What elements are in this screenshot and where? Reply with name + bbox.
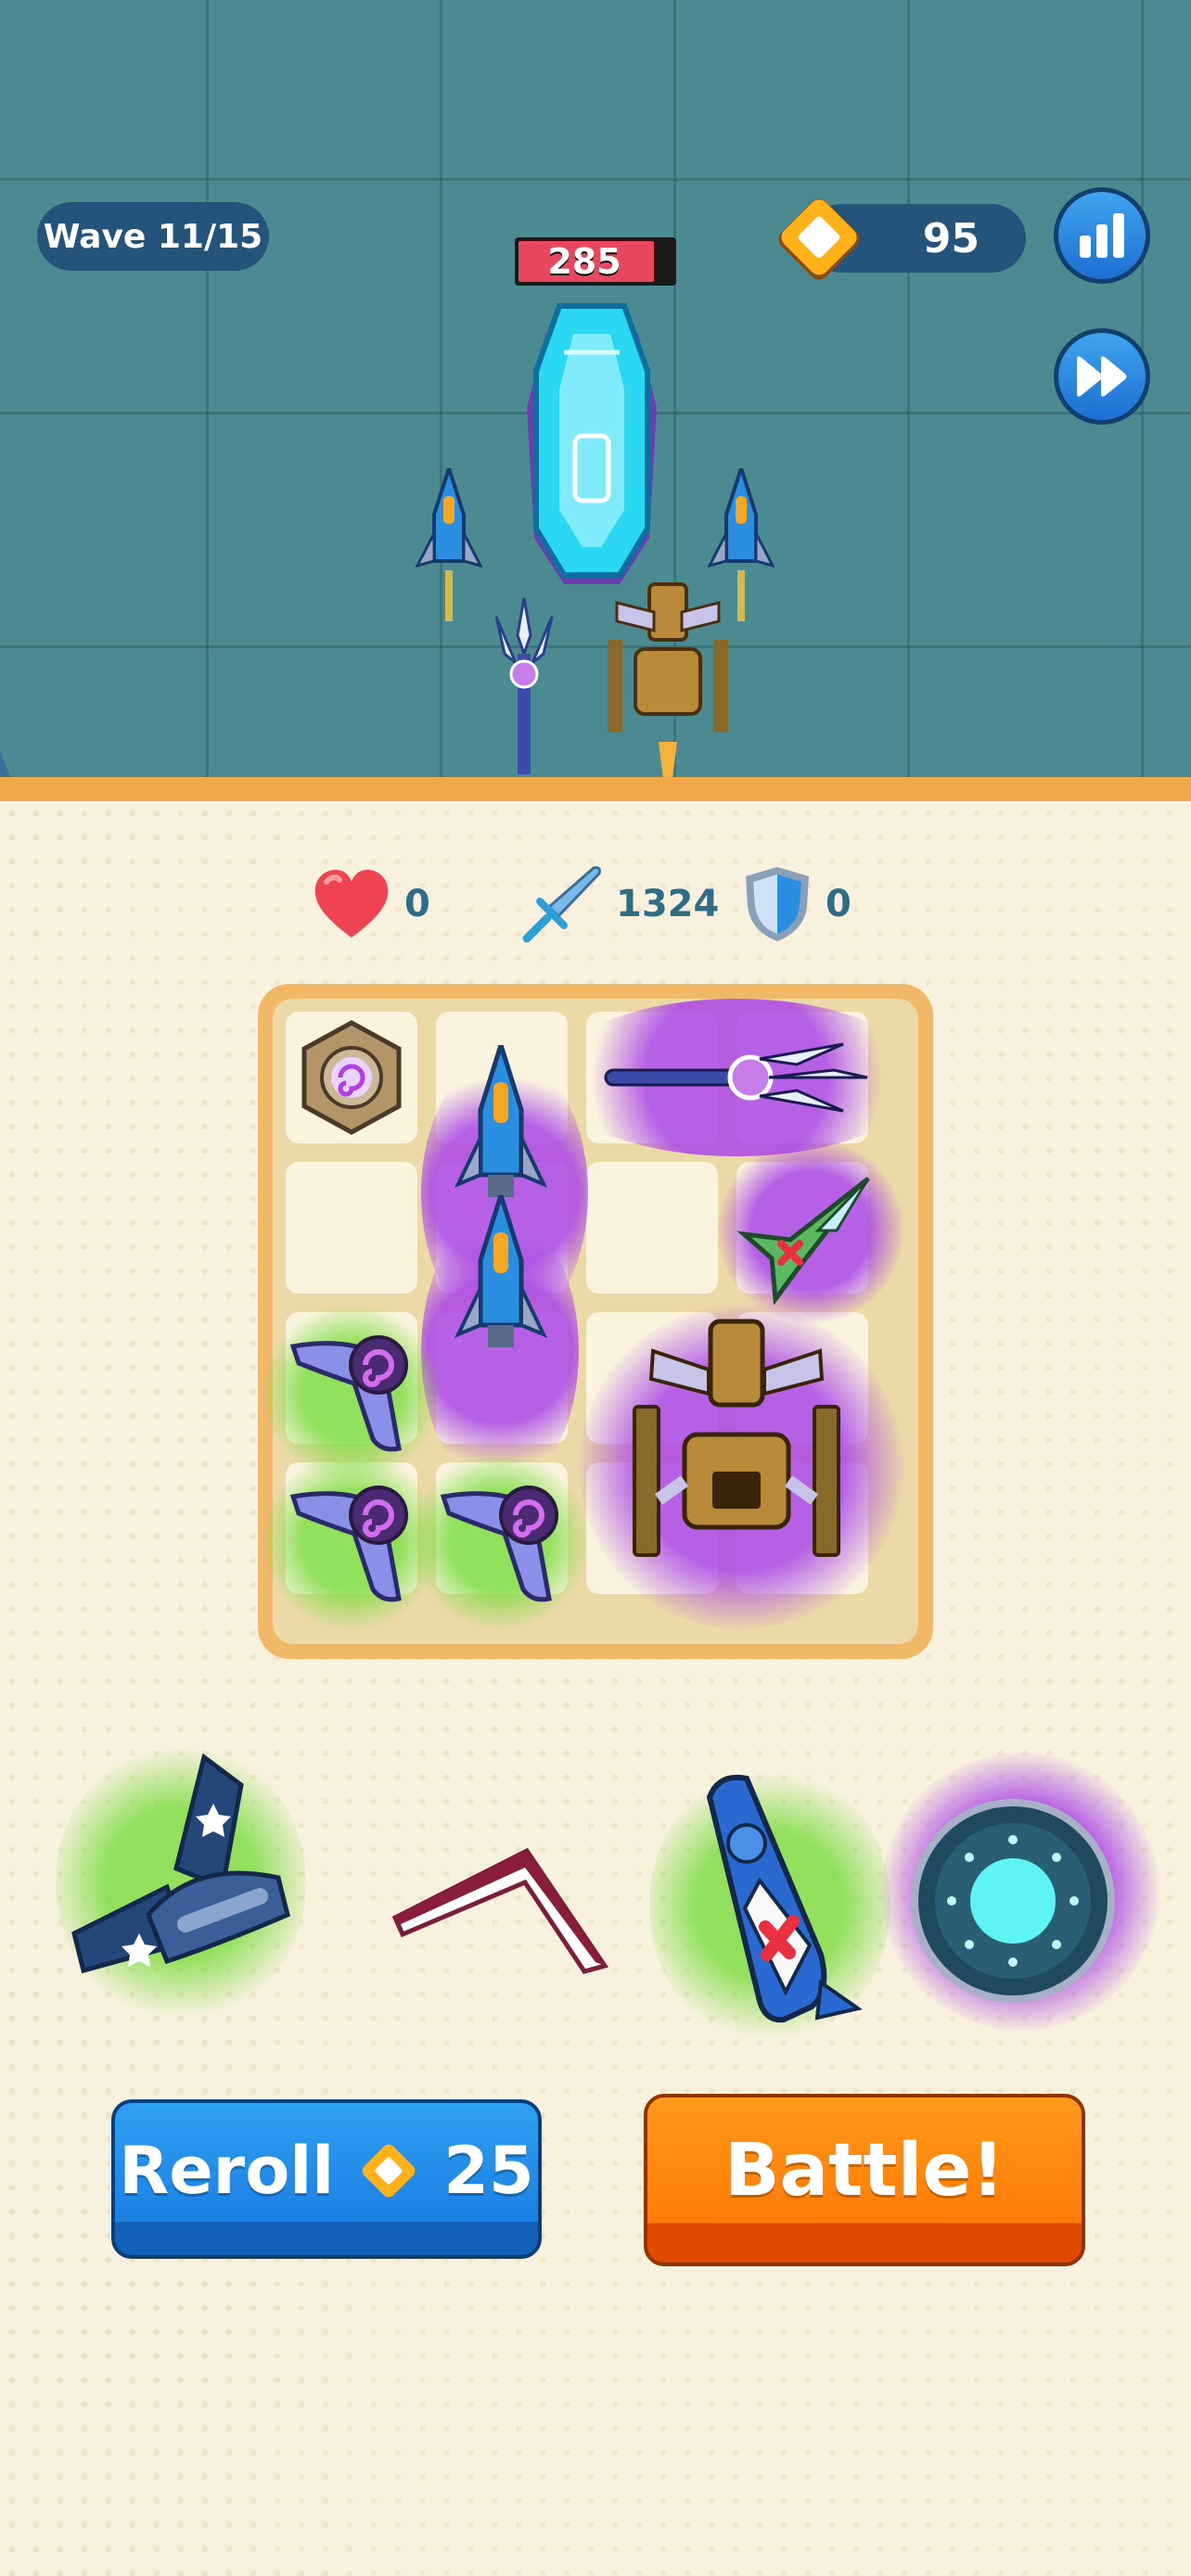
left-edge-marker — [0, 751, 11, 779]
shield-icon — [746, 867, 809, 941]
escort-blue-fighter-left — [416, 468, 482, 621]
fast-forward-icon — [1077, 356, 1127, 397]
battle-label: Battle! — [724, 2129, 1005, 2213]
battle-button[interactable]: Battle! — [644, 2094, 1085, 2266]
gem-coin-icon — [362, 2144, 416, 2198]
purple-boomerang-item[interactable] — [289, 1319, 419, 1458]
wave-counter: Wave 11/15 — [37, 202, 269, 271]
reroll-label: Reroll — [119, 2133, 335, 2209]
attack-value: 1324 — [616, 883, 720, 925]
boss-health-bar: 285 — [515, 237, 676, 286]
inventory-grid — [258, 984, 933, 1659]
attack-stat: 1324 — [519, 862, 719, 946]
blue-fighter-item[interactable] — [455, 1045, 547, 1212]
bronze-mech-unit — [608, 582, 728, 779]
blue-fighter-item[interactable] — [455, 1195, 547, 1362]
sword-icon — [522, 866, 601, 943]
stats-button[interactable] — [1054, 187, 1150, 284]
inventory-grid-inner — [263, 999, 922, 1644]
defense-value: 0 — [826, 883, 852, 925]
reroll-button[interactable]: Reroll 25 — [111, 2099, 542, 2259]
wave-label: Wave 11/15 — [43, 217, 263, 256]
bar-chart-icon — [1080, 213, 1124, 258]
battlefield-divider — [0, 777, 1191, 801]
heart-icon — [314, 869, 389, 937]
fast-forward-button[interactable] — [1054, 328, 1150, 425]
health-stat: 0 — [312, 862, 430, 946]
gem-coin-icon — [778, 198, 860, 280]
shop-star-plane[interactable] — [65, 1748, 306, 1989]
boss-cyan-ship — [527, 303, 657, 584]
grid-cell[interactable] — [286, 1162, 417, 1294]
shop-red-boomerang[interactable] — [390, 1845, 612, 1984]
purple-boomerang-item[interactable] — [440, 1469, 570, 1608]
battlefield: Wave 11/15 95 285 — [0, 0, 1191, 779]
green-jet-item[interactable] — [735, 1175, 874, 1305]
trident-unit — [494, 598, 554, 774]
boss-health-value: 285 — [547, 241, 621, 282]
shop-energy-orb[interactable] — [911, 1799, 1115, 2003]
bronze-mech-ship-item[interactable] — [625, 1314, 848, 1592]
trident-missile-item[interactable] — [602, 1031, 871, 1124]
health-value: 0 — [404, 883, 430, 925]
shop-medic-ship[interactable] — [682, 1769, 867, 2029]
hex-core-item[interactable] — [291, 1017, 412, 1138]
defense-stat: 0 — [742, 862, 852, 946]
reroll-cost: 25 — [443, 2133, 534, 2209]
purple-boomerang-item[interactable] — [289, 1469, 419, 1608]
coin-amount: 95 — [922, 214, 980, 262]
grid-cell[interactable] — [586, 1162, 718, 1294]
